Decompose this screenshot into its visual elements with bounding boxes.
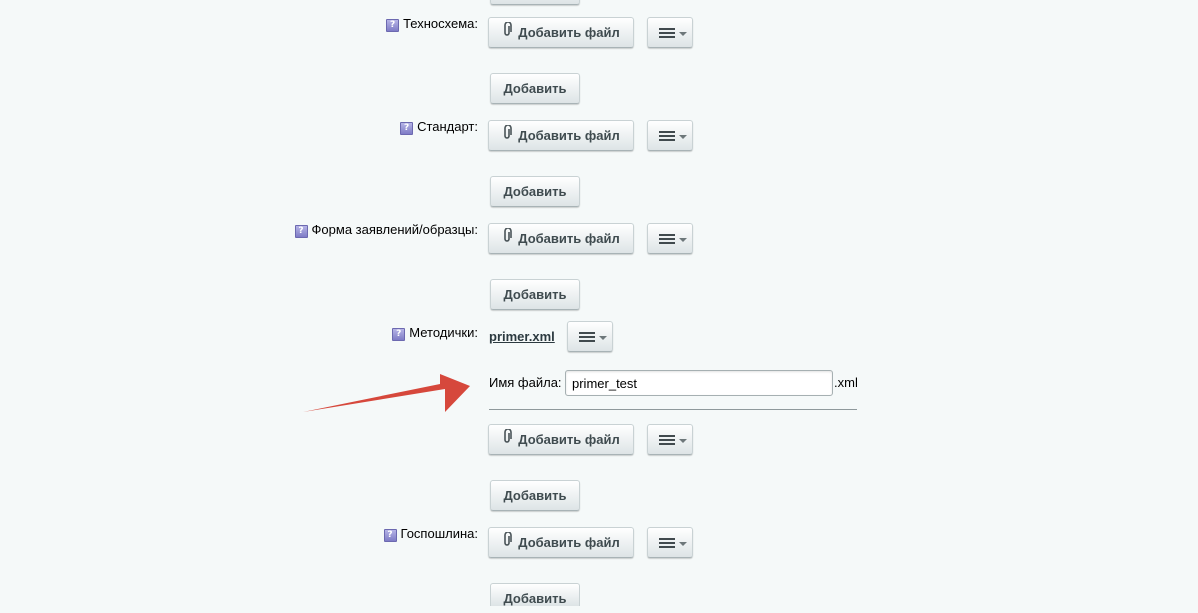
chevron-down-icon xyxy=(599,336,607,340)
menu-dropdown-button[interactable] xyxy=(647,120,693,151)
menu-dropdown-button[interactable] xyxy=(647,17,693,48)
menu-lines-icon xyxy=(659,538,675,548)
help-icon[interactable]: ? xyxy=(392,328,406,341)
add-file-label: Добавить файл xyxy=(518,432,620,447)
add-file-button[interactable]: Добавить файл xyxy=(488,120,634,151)
menu-lines-icon xyxy=(659,28,675,38)
red-arrow-annotation xyxy=(303,374,470,412)
chevron-down-icon xyxy=(679,542,687,546)
add-file-button[interactable]: Добавить файл xyxy=(488,17,634,48)
paperclip-icon xyxy=(502,224,513,253)
menu-dropdown-button[interactable] xyxy=(647,223,693,254)
row-label-text: Техносхема: xyxy=(403,16,478,31)
menu-lines-icon xyxy=(659,435,675,445)
row-label-forma-zayavleniy: ? Форма заявлений/образцы: xyxy=(294,222,478,238)
chevron-down-icon xyxy=(679,439,687,443)
menu-lines-icon xyxy=(579,332,595,342)
add-button[interactable]: Добавить xyxy=(490,279,580,310)
chevron-down-icon xyxy=(679,238,687,242)
menu-dropdown-button[interactable] xyxy=(567,321,613,352)
menu-dropdown-button[interactable] xyxy=(647,424,693,455)
paperclip-icon xyxy=(502,425,513,454)
filename-input[interactable] xyxy=(565,370,833,396)
add-file-button[interactable]: Добавить файл xyxy=(488,223,634,254)
row-label-gosposhlina: ? Госпошлина: xyxy=(383,526,478,542)
row-label-metodichki: ? Методички: xyxy=(392,325,478,341)
chevron-down-icon xyxy=(679,32,687,36)
help-icon[interactable]: ? xyxy=(400,122,414,135)
paperclip-icon xyxy=(502,528,513,557)
add-file-label: Добавить файл xyxy=(518,231,620,246)
add-button[interactable]: Добавить xyxy=(490,583,580,606)
row-label-text: Стандарт: xyxy=(417,119,478,134)
uploaded-file-link[interactable]: primer.xml xyxy=(489,329,555,344)
add-file-label: Добавить файл xyxy=(518,535,620,550)
add-file-label: Добавить файл xyxy=(518,25,620,40)
divider xyxy=(489,409,857,410)
menu-lines-icon xyxy=(659,131,675,141)
filename-label: Имя файла: xyxy=(489,375,562,390)
add-button-partial[interactable] xyxy=(490,0,580,5)
menu-dropdown-button[interactable] xyxy=(647,527,693,558)
help-icon[interactable]: ? xyxy=(294,225,308,238)
help-icon[interactable]: ? xyxy=(383,529,397,542)
help-icon[interactable]: ? xyxy=(386,19,400,32)
add-file-button[interactable]: Добавить файл xyxy=(488,424,634,455)
add-button[interactable]: Добавить xyxy=(490,73,580,104)
row-label-text: Форма заявлений/образцы: xyxy=(311,222,478,237)
add-file-button[interactable]: Добавить файл xyxy=(488,527,634,558)
paperclip-icon xyxy=(502,18,513,47)
add-file-label: Добавить файл xyxy=(518,128,620,143)
row-label-standart: ? Стандарт: xyxy=(400,119,478,135)
add-button[interactable]: Добавить xyxy=(490,480,580,511)
row-label-text: Методички: xyxy=(409,325,478,340)
file-extension-label: .xml xyxy=(834,375,858,390)
paperclip-icon xyxy=(502,121,513,150)
chevron-down-icon xyxy=(679,135,687,139)
row-label-tekhnoskhema: ? Техносхема: xyxy=(386,16,478,32)
row-label-text: Госпошлина: xyxy=(400,526,478,541)
menu-lines-icon xyxy=(659,234,675,244)
add-button[interactable]: Добавить xyxy=(490,176,580,207)
